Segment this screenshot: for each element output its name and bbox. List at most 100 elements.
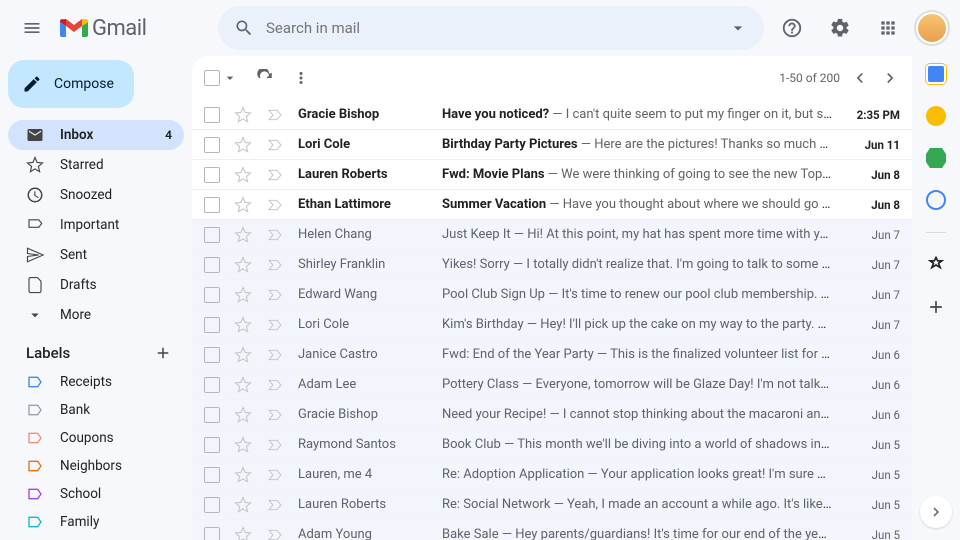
email-checkbox[interactable] xyxy=(204,287,220,303)
important-button[interactable] xyxy=(266,498,284,512)
refresh-button[interactable] xyxy=(256,69,274,87)
nav-item-drafts[interactable]: Drafts xyxy=(8,270,184,300)
important-button[interactable] xyxy=(266,468,284,482)
email-row[interactable]: Lori Cole Birthday Party Pictures — Here… xyxy=(192,130,912,160)
star-button[interactable] xyxy=(234,526,252,540)
email-row[interactable]: Edward Wang Pool Club Sign Up — It's tim… xyxy=(192,280,912,310)
star-button[interactable] xyxy=(234,376,252,394)
settings-button[interactable] xyxy=(820,8,860,48)
chevron-down-icon[interactable] xyxy=(222,70,238,86)
star-button[interactable] xyxy=(234,496,252,514)
calendar-icon[interactable] xyxy=(926,64,946,84)
email-row[interactable]: Raymond Santos Book Club — This month we… xyxy=(192,430,912,460)
important-button[interactable] xyxy=(266,378,284,392)
label-item-bank[interactable]: Bank xyxy=(8,396,184,424)
apps-button[interactable] xyxy=(868,8,908,48)
star-button[interactable] xyxy=(234,166,252,184)
email-row[interactable]: Lauren Roberts Fwd: Movie Plans — We wer… xyxy=(192,160,912,190)
nav-item-important[interactable]: Important xyxy=(8,210,184,240)
label-item-school[interactable]: School xyxy=(8,480,184,508)
email-checkbox[interactable] xyxy=(204,137,220,153)
label-item-more[interactable]: More xyxy=(8,536,184,540)
label-item-family[interactable]: Family xyxy=(8,508,184,536)
add-label-button[interactable] xyxy=(154,344,172,362)
important-button[interactable] xyxy=(266,168,284,182)
star-button[interactable] xyxy=(234,226,252,244)
nav-item-snoozed[interactable]: Snoozed xyxy=(8,180,184,210)
star-button[interactable] xyxy=(234,106,252,124)
email-row[interactable]: Helen Chang Just Keep It — Hi! At this p… xyxy=(192,220,912,250)
label-item-neighbors[interactable]: Neighbors xyxy=(8,452,184,480)
main-menu-button[interactable] xyxy=(12,8,52,48)
star-button[interactable] xyxy=(234,466,252,484)
label-item-receipts[interactable]: Receipts xyxy=(8,368,184,396)
important-button[interactable] xyxy=(266,138,284,152)
important-button[interactable] xyxy=(266,228,284,242)
gmail-logo[interactable]: Gmail xyxy=(60,16,210,41)
email-checkbox[interactable] xyxy=(204,437,220,453)
email-checkbox[interactable] xyxy=(204,167,220,183)
email-checkbox[interactable] xyxy=(204,347,220,363)
compose-button[interactable]: Compose xyxy=(8,60,134,108)
label-item-coupons[interactable]: Coupons xyxy=(8,424,184,452)
star-button[interactable] xyxy=(234,346,252,364)
nav-item-more[interactable]: More xyxy=(8,300,184,330)
email-checkbox[interactable] xyxy=(204,107,220,123)
email-checkbox[interactable] xyxy=(204,227,220,243)
more-actions-button[interactable] xyxy=(292,69,310,87)
email-subject: Have you noticed? xyxy=(442,107,549,122)
email-row[interactable]: Gracie Bishop Need your Recipe! — I cann… xyxy=(192,400,912,430)
star-button[interactable] xyxy=(234,406,252,424)
email-checkbox[interactable] xyxy=(204,527,220,540)
important-button[interactable] xyxy=(266,318,284,332)
tasks-icon[interactable] xyxy=(926,148,946,168)
star-button[interactable] xyxy=(234,436,252,454)
select-all[interactable] xyxy=(204,70,238,86)
star-button[interactable] xyxy=(234,136,252,154)
nav-item-inbox[interactable]: Inbox4 xyxy=(8,120,184,150)
email-row[interactable]: Ethan Lattimore Summer Vacation — Have y… xyxy=(192,190,912,220)
email-checkbox[interactable] xyxy=(204,467,220,483)
email-row[interactable]: Shirley Franklin Yikes! Sorry — I totall… xyxy=(192,250,912,280)
contacts-icon[interactable] xyxy=(926,190,946,210)
nav-item-sent[interactable]: Sent xyxy=(8,240,184,270)
star-button[interactable] xyxy=(234,256,252,274)
get-addons-button[interactable] xyxy=(926,297,946,317)
star-button[interactable] xyxy=(234,196,252,214)
nav-item-starred[interactable]: Starred xyxy=(8,150,184,180)
email-checkbox[interactable] xyxy=(204,317,220,333)
email-checkbox[interactable] xyxy=(204,497,220,513)
select-all-checkbox[interactable] xyxy=(204,70,220,86)
email-checkbox[interactable] xyxy=(204,377,220,393)
star-button[interactable] xyxy=(234,286,252,304)
email-row[interactable]: Adam Young Bake Sale — Hey parents/guard… xyxy=(192,520,912,540)
email-row[interactable]: Adam Lee Pottery Class — Everyone, tomor… xyxy=(192,370,912,400)
support-button[interactable] xyxy=(772,8,812,48)
search-input[interactable] xyxy=(266,19,716,37)
star-button[interactable] xyxy=(234,316,252,334)
important-button[interactable] xyxy=(266,438,284,452)
email-row[interactable]: Lauren, me 4 Re: Adoption Application — … xyxy=(192,460,912,490)
email-row[interactable]: Janice Castro Fwd: End of the Year Party… xyxy=(192,340,912,370)
email-row[interactable]: Lori Cole Kim's Birthday — Hey! I'll pic… xyxy=(192,310,912,340)
email-row[interactable]: Lauren Roberts Re: Social Network — Yeah… xyxy=(192,490,912,520)
search-options-icon[interactable] xyxy=(728,18,748,38)
search-bar[interactable] xyxy=(218,6,764,50)
important-button[interactable] xyxy=(266,108,284,122)
account-avatar[interactable] xyxy=(916,12,948,44)
important-button[interactable] xyxy=(266,258,284,272)
important-button[interactable] xyxy=(266,528,284,540)
page-next-button[interactable] xyxy=(880,68,900,88)
important-button[interactable] xyxy=(266,288,284,302)
email-row[interactable]: Gracie Bishop Have you noticed? — I can'… xyxy=(192,100,912,130)
email-checkbox[interactable] xyxy=(204,257,220,273)
keep-icon[interactable] xyxy=(926,106,946,126)
email-checkbox[interactable] xyxy=(204,197,220,213)
page-prev-button[interactable] xyxy=(850,68,870,88)
important-button[interactable] xyxy=(266,348,284,362)
addons-icon[interactable] xyxy=(926,255,946,275)
hide-panel-button[interactable] xyxy=(920,496,952,528)
important-button[interactable] xyxy=(266,198,284,212)
email-checkbox[interactable] xyxy=(204,407,220,423)
important-button[interactable] xyxy=(266,408,284,422)
